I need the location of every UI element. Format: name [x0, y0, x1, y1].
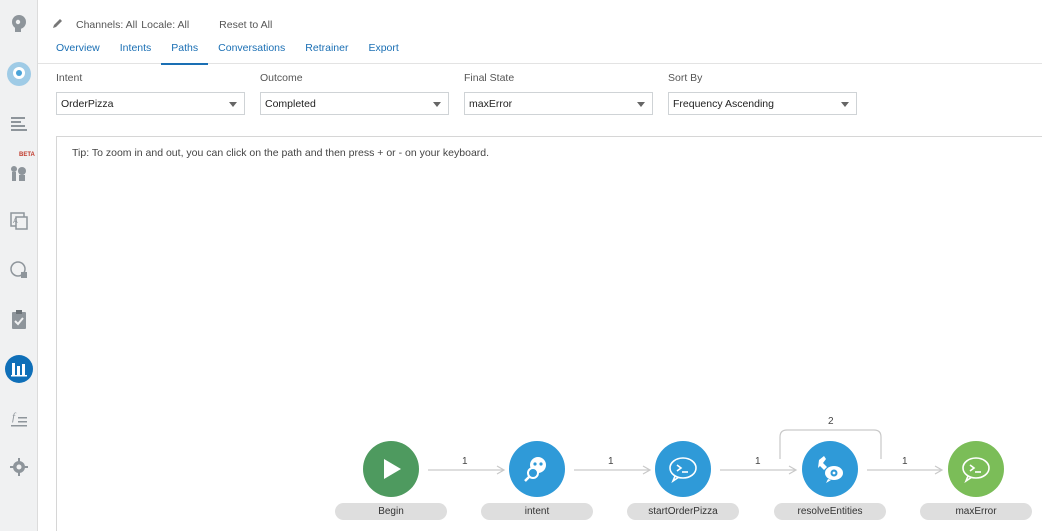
- chevron-down-icon: [229, 102, 237, 107]
- tab-overview[interactable]: Overview: [46, 38, 110, 65]
- insights-tabs: Overview Intents Paths Conversations Ret…: [46, 38, 409, 65]
- clipboard-check-icon[interactable]: [0, 304, 38, 336]
- final-state-select[interactable]: maxError: [464, 92, 653, 115]
- edge-count-label: 1: [755, 456, 761, 467]
- tab-intents[interactable]: Intents: [110, 38, 162, 65]
- sort-by-filter-label: Sort By: [668, 72, 703, 84]
- intent-filter: Intent OrderPizza: [56, 72, 246, 115]
- functions-icon[interactable]: f: [0, 403, 38, 435]
- outcome-select-value: Completed: [265, 98, 316, 110]
- path-canvas[interactable]: Tip: To zoom in and out, you can click o…: [56, 136, 1042, 531]
- edge-count-label: 1: [902, 456, 908, 467]
- insights-header: Channels: All Locale: All Reset to All O…: [38, 0, 1042, 65]
- settings-gear-icon[interactable]: [0, 451, 38, 483]
- locale-filter-text: Locale: All: [141, 18, 190, 31]
- tab-export[interactable]: Export: [358, 38, 408, 65]
- intent-select-value: OrderPizza: [61, 98, 114, 110]
- tab-conversations[interactable]: Conversations: [208, 38, 295, 65]
- node-label-resolve-entities[interactable]: resolveEntities: [774, 503, 886, 520]
- edge-count-label: 1: [462, 456, 468, 467]
- play-icon: [384, 459, 401, 479]
- applied-filters-line: Channels: All Locale: All Reset to All: [52, 17, 276, 32]
- outcome-select[interactable]: Completed: [260, 92, 449, 115]
- prompt-bubble-icon: [962, 457, 990, 483]
- node-start-order-pizza[interactable]: [655, 441, 711, 497]
- final-state-select-value: maxError: [469, 98, 513, 110]
- reset-to-all-link[interactable]: Reset to All: [219, 19, 272, 31]
- sort-by-select-value: Frequency Ascending: [673, 98, 774, 110]
- tab-retrainer[interactable]: Retrainer: [295, 38, 358, 65]
- node-label-begin[interactable]: Begin: [335, 503, 447, 520]
- node-label-max-error[interactable]: maxError: [920, 503, 1032, 520]
- node-max-error[interactable]: [948, 441, 1004, 497]
- channels-filter-text: Channels: All: [76, 18, 138, 31]
- final-state-filter: Final State maxError: [464, 72, 654, 115]
- sort-by-select[interactable]: Frequency Ascending: [668, 92, 857, 115]
- node-resolve-entities[interactable]: [802, 441, 858, 497]
- svg-text:f: f: [12, 411, 17, 423]
- prompt-bubble-icon: [669, 457, 697, 483]
- loop-count-label: 2: [828, 416, 834, 427]
- chevron-down-icon: [433, 102, 441, 107]
- sort-by-filter: Sort By Frequency Ascending: [668, 72, 858, 115]
- quality-icon[interactable]: [0, 254, 38, 286]
- insights-icon[interactable]: [0, 353, 38, 385]
- svg-text:A: A: [13, 218, 18, 225]
- bot-head-icon[interactable]: [0, 8, 38, 40]
- intents-icon[interactable]: [0, 58, 38, 90]
- left-nav-rail: BETA A f: [0, 0, 38, 531]
- entities-icon[interactable]: [0, 108, 38, 140]
- tab-paths[interactable]: Paths: [161, 38, 209, 65]
- chevron-down-icon: [841, 102, 849, 107]
- node-label-start-order-pizza[interactable]: startOrderPizza: [627, 503, 739, 520]
- resource-bundles-icon[interactable]: A: [0, 205, 38, 237]
- outcome-filter-label: Outcome: [260, 72, 303, 84]
- intent-filter-label: Intent: [56, 72, 83, 84]
- final-state-filter-label: Final State: [464, 72, 515, 84]
- flows-icon[interactable]: [0, 157, 38, 189]
- intent-search-icon: [524, 457, 546, 482]
- edit-pencil-icon[interactable]: [52, 17, 64, 32]
- edge-count-label: 1: [608, 456, 614, 467]
- resolve-entities-icon: [818, 456, 843, 483]
- node-label-intent[interactable]: intent: [481, 503, 593, 520]
- node-intent[interactable]: [509, 441, 565, 497]
- intent-select[interactable]: OrderPizza: [56, 92, 245, 115]
- node-begin[interactable]: [363, 441, 419, 497]
- outcome-filter: Outcome Completed: [260, 72, 450, 115]
- chevron-down-icon: [637, 102, 645, 107]
